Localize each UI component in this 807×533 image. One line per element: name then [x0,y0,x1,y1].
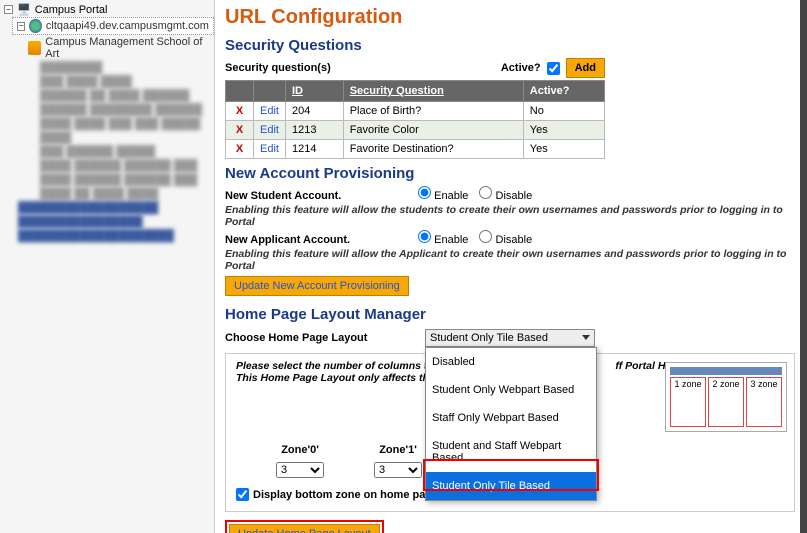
table-row: X Edit 1213 Favorite Color Yes [226,121,605,140]
tree-blur-item: ████████████████ [0,216,214,229]
applicant-help-text: Enabling this feature will allow the App… [225,248,797,272]
cell-question: Place of Birth? [343,102,523,121]
preview-header [670,367,782,375]
app-icon: 🖥️ [17,3,31,16]
tree-blur-item: ███ ████ ████ [0,76,214,89]
disable-radio[interactable]: Disable [479,190,532,202]
security-questions-heading: Security Questions [225,37,797,54]
table-row: X Edit 1214 Favorite Destination? Yes [226,140,605,159]
delete-button[interactable]: X [226,140,254,159]
layout-preview: 1 zone 2 zone 3 zone [665,362,787,432]
zone-label: Zone'1' [374,444,422,456]
sq-label: Security question(s) [225,62,331,74]
nap-heading: New Account Provisioning [225,165,797,182]
update-layout-button[interactable]: Update Home Page Layout [229,524,380,533]
tree-url-node[interactable]: − cltqaapi49.dev.campusmgmt.com:83/ [12,17,214,35]
tree-child-school[interactable]: Campus Management School of Art [0,35,214,61]
sidebar-tree: − 🖥️ Campus Portal − cltqaapi49.dev.camp… [0,0,215,533]
dropdown-item[interactable]: Disabled [426,348,596,376]
cell-active: Yes [523,121,604,140]
student-account-label: New Student Account. [225,190,415,202]
delete-button[interactable]: X [226,121,254,140]
cell-id: 1214 [285,140,343,159]
enable-radio[interactable]: Enable [418,190,468,202]
col-delete [226,81,254,102]
edit-link[interactable]: Edit [260,143,279,155]
dropdown-list: Disabled Student Only Webpart Based Staf… [425,347,597,501]
dropdown-item-selected[interactable]: Student Only Tile Based [426,472,596,500]
page-title: URL Configuration [225,6,797,29]
collapse-icon[interactable]: − [4,5,13,14]
tree-blur-item: ██████████████████ [0,202,214,215]
tree-root[interactable]: − 🖥️ Campus Portal [0,2,214,17]
edit-link[interactable]: Edit [260,105,279,117]
display-bottom-checkbox[interactable] [236,488,249,501]
cell-question: Favorite Color [343,121,523,140]
tree-url-label: cltqaapi49.dev.campusmgmt.com:83/ [46,20,209,32]
zone-1-select[interactable]: 3 [374,462,422,478]
hpl-heading: Home Page Layout Manager [225,306,797,323]
active-checkbox[interactable] [547,62,560,75]
edit-link[interactable]: Edit [260,124,279,136]
zone-0-select[interactable]: 3 [276,462,324,478]
student-help-text: Enabling this feature will allow the stu… [225,204,797,228]
cell-active: Yes [523,140,604,159]
cell-question: Favorite Destination? [343,140,523,159]
update-nap-button[interactable]: Update New Account Provisioning [225,276,409,296]
tree-blur-item: ████████████████████ [0,230,214,243]
col-question[interactable]: Security Question [343,81,523,102]
active-label: Active? [501,62,541,74]
school-icon [28,41,41,55]
tree-blur-item: ████████ [0,62,214,75]
col-edit [254,81,286,102]
security-questions-table: ID Security Question Active? X Edit 204 … [225,80,605,159]
tree-root-label: Campus Portal [35,4,108,16]
zone-label: Zone'0' [276,444,324,456]
table-row: X Edit 204 Place of Birth? No [226,102,605,121]
delete-button[interactable]: X [226,102,254,121]
enable-radio[interactable]: Enable [418,234,468,246]
cell-id: 204 [285,102,343,121]
tree-blur-item: ██████ ████████ ██████ [0,104,214,117]
tree-blur-item: ██████ ██ ████ ██████ [0,90,214,103]
tree-blur-item: ████ ████ ███ ███ █████ [0,118,214,131]
globe-icon [29,19,42,33]
dropdown-item[interactable]: Staff Only Webpart Based [426,404,596,432]
applicant-account-label: New Applicant Account. [225,234,415,246]
col-active: Active? [523,81,604,102]
preview-zone: 1 zone [670,377,706,427]
cell-active: No [523,102,604,121]
tree-blur-item: ████ ██ ████ ████ [0,188,214,201]
main-content: URL Configuration Security Questions Sec… [215,0,807,533]
tree-blur-item: ████ ██████ ██████ ███ [0,160,214,173]
scrollbar[interactable] [800,0,807,533]
zone-1: Zone'1' 3 [374,444,422,478]
collapse-icon[interactable]: − [17,22,25,31]
dropdown-item[interactable]: Student Only Webpart Based [426,376,596,404]
tree-child-label: Campus Management School of Art [45,36,210,60]
disable-radio[interactable]: Disable [479,234,532,246]
tree-blur-item: ███ ██████ █████ [0,146,214,159]
cell-id: 1213 [285,121,343,140]
dropdown-item[interactable]: Student and Staff Webpart Based [426,432,596,472]
choose-layout-label: Choose Home Page Layout [225,332,415,344]
preview-zone: 2 zone [708,377,744,427]
tree-blur-item: ████ [0,132,214,145]
col-id[interactable]: ID [285,81,343,102]
dropdown-selected[interactable]: Student Only Tile Based [425,329,595,347]
highlight-annotation: Update Home Page Layout [225,520,384,533]
preview-zone: 3 zone [746,377,782,427]
add-button[interactable]: Add [566,58,605,78]
zone-0: Zone'0' 3 [276,444,324,478]
tree-blur-item: ████ ██████ ██████ ███ [0,174,214,187]
layout-dropdown[interactable]: Student Only Tile Based Disabled Student… [425,329,595,347]
